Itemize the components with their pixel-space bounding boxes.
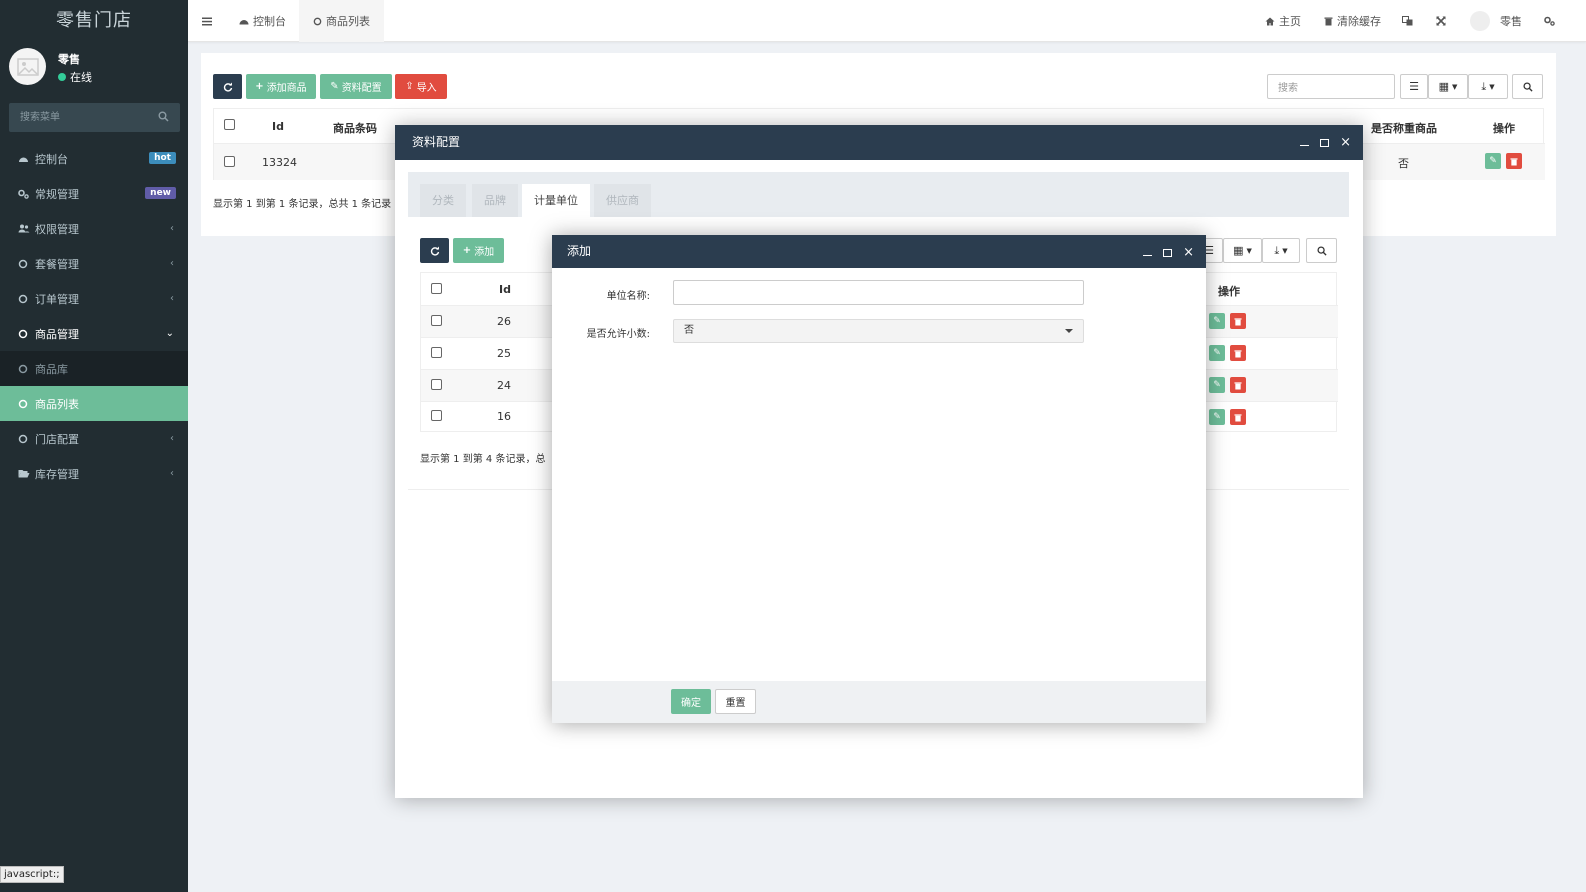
maximize-icon[interactable] xyxy=(1163,248,1173,257)
config-tabs: 分类 品牌 计量单位 供应商 xyxy=(408,172,1349,217)
refresh-icon xyxy=(430,246,439,256)
dialog-controls: × xyxy=(1143,235,1194,270)
search-icon xyxy=(1316,245,1327,256)
row-checkbox[interactable] xyxy=(431,347,442,358)
pagination-info: 显示第 1 到第 4 条记录，总 xyxy=(420,454,546,465)
advanced-search-button[interactable] xyxy=(1306,238,1337,263)
add-unit-button[interactable]: + 添加 xyxy=(453,238,504,263)
col-id[interactable]: Id xyxy=(499,283,511,296)
tab-unit[interactable]: 计量单位 xyxy=(522,184,590,217)
export-button[interactable]: ⤓ ▼ xyxy=(1262,238,1300,263)
download-icon: ⤓ xyxy=(1274,243,1280,257)
pencil-icon: ✎ xyxy=(1213,380,1221,390)
dialog-titlebar: 添加 × xyxy=(552,235,1206,268)
caret-down-icon: ▼ xyxy=(1246,246,1252,255)
unit-name-label: 单位名称: xyxy=(606,291,650,302)
dialog-titlebar: 资料配置 × xyxy=(395,125,1363,160)
row-checkbox[interactable] xyxy=(431,379,442,390)
unit-name-input[interactable] xyxy=(673,280,1084,305)
select-all-checkbox[interactable] xyxy=(431,283,442,294)
reset-button[interactable]: 重置 xyxy=(715,689,756,714)
maximize-icon[interactable] xyxy=(1320,138,1330,147)
pencil-icon: ✎ xyxy=(1213,412,1221,422)
delete-button[interactable] xyxy=(1230,313,1246,329)
edit-button[interactable]: ✎ xyxy=(1209,345,1225,361)
trash-icon xyxy=(1234,413,1242,421)
refresh-button[interactable] xyxy=(420,238,449,263)
row-checkbox[interactable] xyxy=(431,410,442,421)
close-icon[interactable]: × xyxy=(1340,125,1351,160)
grid-icon: ▦ xyxy=(1233,244,1244,257)
allow-decimal-label: 是否允许小数: xyxy=(586,329,650,340)
col-actions: 操作 xyxy=(1218,285,1240,298)
trash-icon xyxy=(1234,317,1242,325)
tab-supplier[interactable]: 供应商 xyxy=(594,184,651,217)
cell-id: 26 xyxy=(497,315,511,328)
tab-brand[interactable]: 品牌 xyxy=(472,184,518,217)
dialog-title: 添加 xyxy=(567,244,592,258)
edit-button[interactable]: ✎ xyxy=(1209,313,1225,329)
dialog-controls: × xyxy=(1300,125,1351,160)
dialog-title: 资料配置 xyxy=(412,135,461,149)
pencil-icon: ✎ xyxy=(1213,316,1221,326)
edit-button[interactable]: ✎ xyxy=(1209,377,1225,393)
delete-button[interactable] xyxy=(1230,377,1246,393)
dialog-footer: 确定 重置 xyxy=(552,681,1206,723)
minimize-icon[interactable] xyxy=(1143,255,1153,256)
allow-decimal-select[interactable]: 否 xyxy=(673,319,1084,343)
browser-status-bar: javascript:; xyxy=(0,866,64,883)
cell-id: 16 xyxy=(497,410,511,423)
delete-button[interactable] xyxy=(1230,409,1246,425)
columns-button[interactable]: ▦ ▼ xyxy=(1223,238,1262,263)
trash-icon xyxy=(1234,381,1242,389)
delete-button[interactable] xyxy=(1230,345,1246,361)
caret-down-icon: ▼ xyxy=(1282,246,1288,255)
pencil-icon: ✎ xyxy=(1213,348,1221,358)
plus-icon: + xyxy=(462,245,472,256)
cell-id: 25 xyxy=(497,347,511,360)
edit-button[interactable]: ✎ xyxy=(1209,409,1225,425)
close-icon[interactable]: × xyxy=(1183,236,1194,269)
minimize-icon[interactable] xyxy=(1300,145,1310,146)
cell-id: 24 xyxy=(497,379,511,392)
row-checkbox[interactable] xyxy=(431,315,442,326)
tab-category[interactable]: 分类 xyxy=(420,184,466,217)
confirm-button[interactable]: 确定 xyxy=(671,689,711,714)
trash-icon xyxy=(1234,349,1242,357)
caret-down-icon xyxy=(1065,329,1073,333)
add-unit-dialog: 添加 × 单位名称: 是否允许小数: 否 确定 重置 xyxy=(552,235,1206,723)
